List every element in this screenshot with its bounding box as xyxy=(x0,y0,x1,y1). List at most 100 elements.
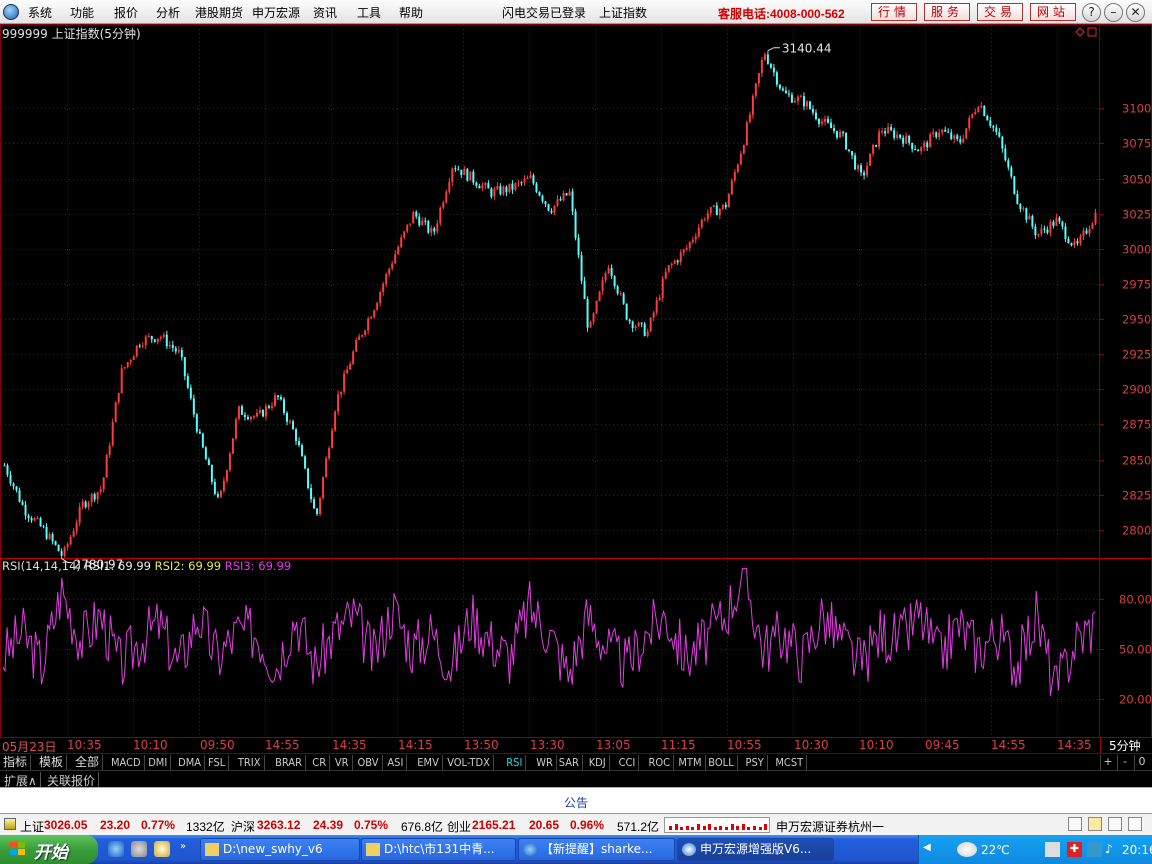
candle-body xyxy=(583,280,586,300)
tab-cn-1[interactable]: 模板 xyxy=(36,755,68,770)
tab-vr[interactable]: VR xyxy=(332,755,353,770)
start-button[interactable]: 开始 xyxy=(0,835,98,864)
tab-boll[interactable]: BOLL xyxy=(705,755,738,770)
candle-body xyxy=(757,73,760,84)
candle-body xyxy=(730,180,733,195)
app-logo-icon[interactable] xyxy=(3,4,19,20)
menu-function[interactable]: 功能 xyxy=(70,4,94,21)
app2-quicklaunch-icon[interactable] xyxy=(154,841,170,857)
browser-icon xyxy=(523,843,537,856)
tab-cr[interactable]: CR xyxy=(309,755,331,770)
market-button[interactable]: 行情 xyxy=(871,3,917,21)
tab-obv[interactable]: OBV xyxy=(355,755,383,770)
menu-hk-futures[interactable]: 港股期货 xyxy=(195,4,243,21)
candle-body xyxy=(144,336,147,346)
help-icon[interactable]: ? xyxy=(1082,3,1101,22)
signal-icon[interactable] xyxy=(1088,817,1102,831)
menu-analysis[interactable]: 分析 xyxy=(156,4,180,21)
tab-control[interactable]: + xyxy=(1100,755,1115,770)
price-chart[interactable]: 3100 3075 3050 3025 3000 2975 2950 2925 2900 2875… xyxy=(0,24,1152,738)
health-icon[interactable]: ✚ xyxy=(1067,842,1082,857)
tab-roc[interactable]: ROC xyxy=(646,755,675,770)
taskbar-window-3[interactable]: 【新提醒】sharke... xyxy=(518,838,675,861)
candle-body xyxy=(388,268,391,274)
tab-trix[interactable]: TRIX xyxy=(235,755,265,770)
tab-brar[interactable]: BRAR xyxy=(272,755,306,770)
candle-body xyxy=(775,72,778,85)
window-icon[interactable] xyxy=(1068,817,1082,831)
service-button[interactable]: 服务 xyxy=(924,3,970,21)
candle-body xyxy=(171,344,174,349)
menu-news[interactable]: 资讯 xyxy=(313,4,337,21)
time-tick: 14:55 xyxy=(265,738,300,752)
candle-body xyxy=(968,117,971,129)
time-tick: 13:05 xyxy=(596,738,631,752)
tab-control[interactable]: 0 xyxy=(1134,755,1149,770)
weather-icon[interactable] xyxy=(957,842,977,857)
candle-body xyxy=(920,147,923,152)
trade-button[interactable]: 交易 xyxy=(977,3,1023,21)
candle-body xyxy=(180,350,183,358)
minimize-icon[interactable]: – xyxy=(1104,3,1123,22)
candle-body xyxy=(640,322,643,324)
ie-icon[interactable] xyxy=(108,841,124,857)
tab-sar[interactable]: SAR xyxy=(556,755,583,770)
website-button[interactable]: 网站 xyxy=(1030,3,1076,21)
tab-cn-0[interactable]: 指标 xyxy=(0,755,32,770)
candle-body xyxy=(953,135,956,140)
quicklaunch-expand-icon[interactable]: » xyxy=(180,841,190,857)
settings-icon[interactable] xyxy=(1108,817,1122,831)
lock-icon[interactable] xyxy=(1128,817,1142,831)
candle-body xyxy=(559,199,562,201)
candle-body xyxy=(292,421,295,430)
tab-dmi[interactable]: DMI xyxy=(145,755,172,770)
taskbar-window-4[interactable]: 申万宏源增强版V6... xyxy=(677,838,834,861)
tab-asi[interactable]: ASI xyxy=(384,755,408,770)
cy-label[interactable]: 创业 xyxy=(447,818,471,835)
candle-body xyxy=(568,191,571,196)
cy-percent: 0.96% xyxy=(570,818,605,832)
tab-cn-2[interactable]: 全部 xyxy=(72,755,104,770)
tab-macd[interactable]: MACD xyxy=(108,755,145,770)
candle-body xyxy=(334,411,337,431)
menu-help[interactable]: 帮助 xyxy=(399,4,423,21)
candle-body xyxy=(319,497,322,514)
period-selector[interactable]: 5分钟 xyxy=(1100,737,1152,753)
tray-collapse-icon[interactable]: ◀ xyxy=(923,842,938,857)
candle-body xyxy=(153,339,156,342)
menu-swhy[interactable]: 申万宏源 xyxy=(252,4,300,21)
sh-label[interactable]: 上证 xyxy=(20,818,44,835)
menu-tools[interactable]: 工具 xyxy=(357,4,381,21)
tab-cci[interactable]: CCI xyxy=(616,755,640,770)
candle-body xyxy=(727,194,730,208)
taskbar-window-2[interactable]: D:\htc\市131中青... xyxy=(361,838,516,861)
windows-flag-icon xyxy=(10,842,27,857)
tab-vol-tdx[interactable]: VOL-TDX xyxy=(444,755,494,770)
candle-body xyxy=(304,456,307,469)
menu-system[interactable]: 系统 xyxy=(28,4,52,21)
taskbar-window-1[interactable]: D:\new_swhy_v6 xyxy=(200,838,360,861)
candle-body xyxy=(643,323,646,337)
tab-control[interactable]: - xyxy=(1117,755,1132,770)
tab-mcst[interactable]: MCST xyxy=(772,755,808,770)
tab-wr[interactable]: WR xyxy=(533,755,557,770)
tab-rsi[interactable]: RSI xyxy=(503,755,527,770)
tab-mtm[interactable]: MTM xyxy=(675,755,706,770)
menu-quote[interactable]: 报价 xyxy=(114,4,138,21)
notice-bar[interactable]: 公告 xyxy=(0,787,1152,813)
hs-label[interactable]: 沪深 xyxy=(231,818,255,835)
network-icon[interactable] xyxy=(1045,842,1060,857)
candle-body xyxy=(790,94,793,103)
candle-body xyxy=(508,183,511,193)
tab-dma[interactable]: DMA xyxy=(175,755,206,770)
shield-icon[interactable] xyxy=(1087,842,1102,857)
app-quicklaunch-icon[interactable] xyxy=(131,841,147,857)
close-icon[interactable]: ✕ xyxy=(1126,3,1145,22)
candle-body xyxy=(349,363,352,370)
tab-psy[interactable]: PSY xyxy=(743,755,768,770)
volume-icon[interactable]: ♪ xyxy=(1105,842,1120,857)
candle-body xyxy=(1094,212,1097,224)
tab-kdj[interactable]: KDJ xyxy=(586,755,610,770)
tab-emv[interactable]: EMV xyxy=(414,755,443,770)
tab-fsl[interactable]: FSL xyxy=(205,755,230,770)
